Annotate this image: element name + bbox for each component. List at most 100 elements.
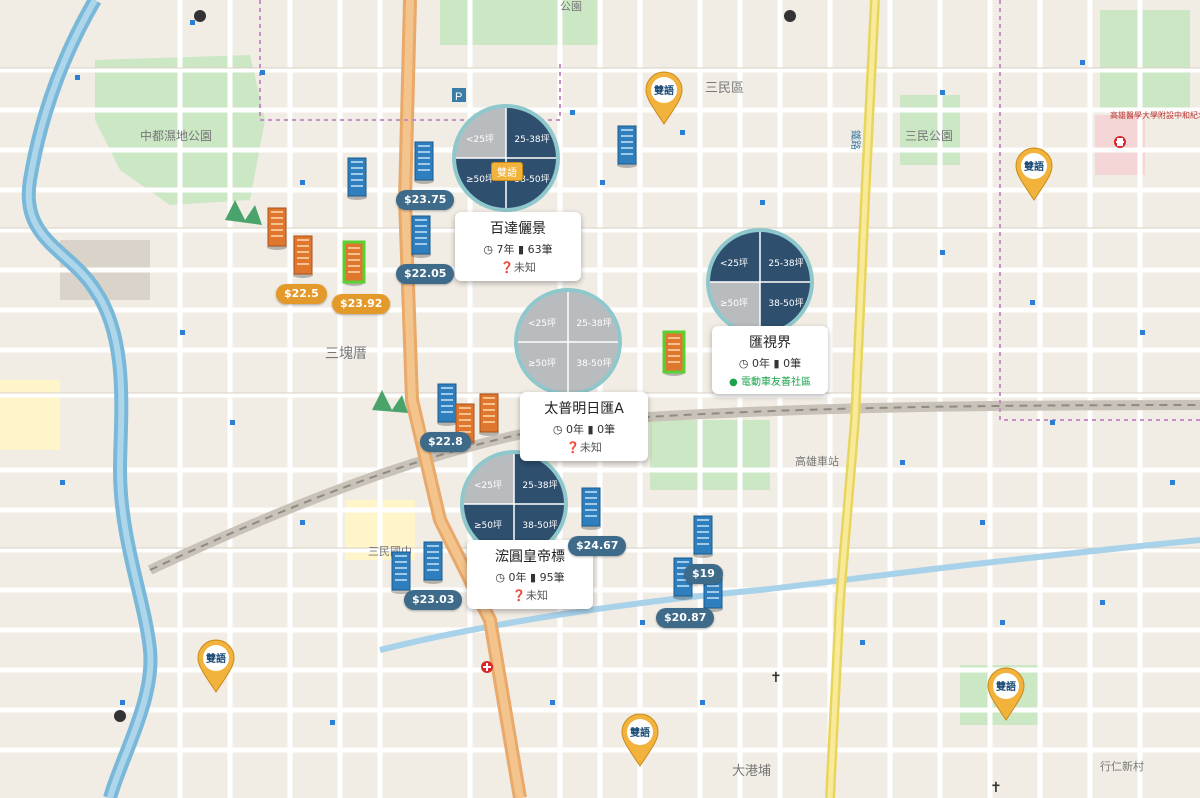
clock-icon: ◷ — [738, 357, 749, 370]
price-tag[interactable]: $24.67 — [568, 536, 627, 556]
pie-label: 25-38坪 — [522, 480, 557, 491]
hospital-icon — [1114, 136, 1126, 148]
clock-icon: ◷ — [495, 571, 506, 584]
listing-count: 0筆 — [597, 423, 616, 436]
listing-card-huishi[interactable]: 匯視界 ◷ 0年 ▮ 0筆 ● 電動車友善社區 — [712, 326, 828, 394]
listing-age: 7年 — [496, 243, 515, 256]
pin-label: 雙語 — [654, 84, 674, 97]
pie-label: 25-38坪 — [576, 318, 611, 329]
pie-label: ≥50坪 — [474, 520, 502, 531]
building-marker-blue[interactable] — [692, 514, 714, 558]
building-marker-blue[interactable] — [346, 156, 368, 200]
price-tag[interactable]: $20.87 — [656, 608, 715, 628]
label-kaohsiung-station: 高雄車站 — [795, 454, 839, 468]
clock-icon: ◷ — [552, 423, 563, 436]
building-marker-blue[interactable] — [410, 214, 432, 258]
pie-label: ≥50坪 — [528, 358, 556, 369]
price-tag[interactable]: $22.5 — [276, 284, 327, 304]
label-rail: 鐵路 — [849, 130, 862, 150]
school-field — [1100, 10, 1190, 110]
listing-status: 未知 — [513, 261, 536, 274]
church-icon: ✝ — [770, 670, 782, 686]
label-hospital: 高雄醫學大學附設中和紀念醫院 — [1110, 110, 1200, 120]
building-icon: ▮ — [530, 571, 537, 584]
parking-icon: P — [452, 88, 466, 103]
price-tag[interactable]: $19 — [684, 564, 723, 584]
pin-label: 雙語 — [630, 726, 650, 739]
listing-name: 太普明日匯A — [544, 401, 624, 417]
pie-label: <25坪 — [474, 480, 502, 491]
price-tag[interactable]: $23.03 — [404, 590, 463, 610]
building-icon: ▮ — [587, 423, 594, 436]
pin-label: 雙語 — [1024, 160, 1044, 173]
pin-label: 雙語 — [206, 652, 226, 665]
listing-count: 0筆 — [783, 357, 802, 370]
school-area-2 — [0, 380, 60, 450]
building-marker-orange-highlight[interactable] — [662, 330, 686, 376]
ev-icon: ● — [729, 377, 738, 388]
pie-label: 25-38坪 — [514, 134, 549, 145]
building-marker-orange[interactable] — [292, 234, 314, 278]
price-tag[interactable]: $22.8 — [420, 432, 471, 452]
listing-name: 百達儷景 — [490, 221, 546, 237]
bilingual-school-pin[interactable]: 雙語 — [986, 666, 1026, 722]
building-icon: ▮ — [773, 357, 780, 370]
listing-age: 0年 — [566, 423, 585, 436]
pie-label: <25坪 — [720, 258, 748, 269]
pie-label: 38-50坪 — [768, 298, 803, 309]
building-marker-blue[interactable] — [413, 140, 435, 184]
listing-status: 未知 — [525, 589, 548, 602]
question-icon: ❓ — [512, 589, 526, 602]
question-icon: ❓ — [566, 441, 580, 454]
building-marker-blue[interactable] — [616, 124, 638, 168]
station-park — [650, 420, 770, 490]
bilingual-school-pin[interactable]: 雙語 — [620, 712, 660, 768]
listing-name: 匯視界 — [749, 335, 791, 351]
building-icon: ▮ — [518, 243, 525, 256]
building-marker-blue[interactable] — [422, 540, 444, 584]
listing-status: 未知 — [579, 441, 602, 454]
ev-friendly-badge: 電動車友善社區 — [740, 377, 811, 388]
pie-label: 25-38坪 — [768, 258, 803, 269]
listing-count: 63筆 — [527, 243, 553, 256]
church-icon: ✝ — [990, 780, 1002, 796]
pie-taipu[interactable]: <25坪 25-38坪 ≥50坪 38-50坪 — [512, 286, 624, 398]
listing-card-taipu[interactable]: 太普明日匯A ◷ 0年 ▮ 0筆 ❓未知 — [520, 392, 648, 461]
bilingual-tag: 雙語 — [491, 162, 523, 181]
building-marker-orange[interactable] — [478, 392, 500, 436]
pin-label: 雙語 — [996, 680, 1016, 693]
bilingual-school-pin[interactable]: 雙語 — [644, 70, 684, 126]
hospital-icon — [481, 661, 493, 673]
price-tag[interactable]: $22.05 — [396, 264, 455, 284]
label-sankuaicuo: 三塊厝 — [325, 345, 367, 361]
question-icon: ❓ — [500, 261, 514, 274]
pie-label: ≥50坪 — [466, 174, 494, 185]
bilingual-school-pin[interactable]: 雙語 — [196, 638, 236, 694]
price-tag[interactable]: $23.92 — [332, 294, 391, 314]
pie-label: <25坪 — [466, 134, 494, 145]
pie-label: 38-50坪 — [576, 358, 611, 369]
pie-label: ≥50坪 — [720, 298, 748, 309]
building-marker-orange[interactable] — [266, 206, 288, 250]
listing-age: 0年 — [508, 571, 527, 584]
clock-icon: ◷ — [483, 243, 494, 256]
temple-icon — [114, 710, 126, 722]
price-tag[interactable]: $23.75 — [396, 190, 455, 210]
pie-label: <25坪 — [528, 318, 556, 329]
bilingual-school-pin[interactable]: 雙語 — [1014, 146, 1054, 202]
label-wetland-park: 中都濕地公園 — [140, 128, 212, 143]
pie-label: 38-50坪 — [522, 520, 557, 531]
building-marker-blue[interactable] — [580, 486, 602, 530]
building-marker-orange-highlight[interactable] — [342, 240, 366, 286]
pie-baida[interactable]: <25坪 25-38坪 ≥50坪 38-50坪 — [450, 102, 562, 214]
label-sanmin-park: 三民公園 — [905, 129, 953, 143]
label-xingren-village: 行仁新村 — [1100, 759, 1144, 773]
pie-huishi[interactable]: <25坪 25-38坪 ≥50坪 38-50坪 — [704, 226, 816, 338]
listing-count: 95筆 — [539, 571, 565, 584]
temple-icon — [784, 10, 796, 22]
pie-slice-25-38 — [506, 108, 556, 158]
building-marker-blue[interactable] — [390, 550, 412, 594]
temple-icon — [194, 10, 206, 22]
listing-name: 浤圓皇帝標 — [495, 549, 565, 565]
listing-card-baida[interactable]: 百達儷景 ◷ 7年 ▮ 63筆 ❓未知 — [455, 212, 581, 281]
